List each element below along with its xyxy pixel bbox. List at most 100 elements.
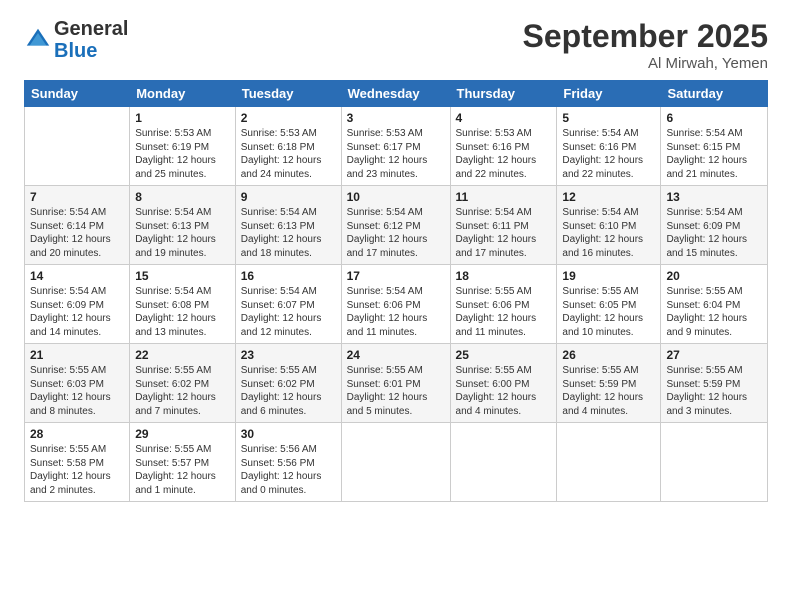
logo-blue-text: Blue — [54, 40, 97, 62]
day-info: Sunrise: 5:53 AM Sunset: 6:19 PM Dayligh… — [135, 127, 230, 181]
calendar-table: SundayMondayTuesdayWednesdayThursdayFrid… — [24, 80, 768, 502]
day-info: Sunrise: 5:55 AM Sunset: 6:02 PM Dayligh… — [241, 364, 336, 418]
calendar-cell: 23 Sunrise: 5:55 AM Sunset: 6:02 PM Dayli… — [235, 344, 341, 423]
day-number: 22 — [135, 348, 230, 362]
calendar-cell — [661, 423, 768, 502]
day-info: Sunrise: 5:55 AM Sunset: 5:59 PM Dayligh… — [666, 364, 762, 418]
day-info: Sunrise: 5:54 AM Sunset: 6:11 PM Dayligh… — [456, 206, 552, 260]
logo-general-text: General — [54, 18, 128, 40]
calendar-week-3: 14 Sunrise: 5:54 AM Sunset: 6:09 PM Dayli… — [25, 265, 768, 344]
day-number: 24 — [347, 348, 445, 362]
day-info: Sunrise: 5:55 AM Sunset: 5:57 PM Dayligh… — [135, 443, 230, 497]
calendar-cell: 14 Sunrise: 5:54 AM Sunset: 6:09 PM Dayli… — [25, 265, 130, 344]
calendar-cell: 26 Sunrise: 5:55 AM Sunset: 5:59 PM Dayli… — [557, 344, 661, 423]
day-number: 9 — [241, 190, 336, 204]
calendar-header-thursday: Thursday — [450, 81, 557, 107]
day-info: Sunrise: 5:54 AM Sunset: 6:08 PM Dayligh… — [135, 285, 230, 339]
calendar-cell: 12Sunrise: 5:54 AM Sunset: 6:10 PM Dayli… — [557, 186, 661, 265]
day-number: 15 — [135, 269, 230, 283]
day-info: Sunrise: 5:54 AM Sunset: 6:06 PM Dayligh… — [347, 285, 445, 339]
calendar-cell: 10Sunrise: 5:54 AM Sunset: 6:12 PM Dayli… — [341, 186, 450, 265]
calendar-cell — [25, 107, 130, 186]
day-number: 11 — [456, 190, 552, 204]
day-number: 25 — [456, 348, 552, 362]
calendar-cell: 11 Sunrise: 5:54 AM Sunset: 6:11 PM Dayli… — [450, 186, 557, 265]
day-info: Sunrise: 5:54 AM Sunset: 6:13 PM Dayligh… — [135, 206, 230, 260]
calendar-header-monday: Monday — [130, 81, 236, 107]
day-info: Sunrise: 5:54 AM Sunset: 6:13 PM Dayligh… — [241, 206, 336, 260]
calendar-week-4: 21Sunrise: 5:55 AM Sunset: 6:03 PM Dayli… — [25, 344, 768, 423]
day-info: Sunrise: 5:53 AM Sunset: 6:16 PM Dayligh… — [456, 127, 552, 181]
calendar-cell: 21Sunrise: 5:55 AM Sunset: 6:03 PM Dayli… — [25, 344, 130, 423]
day-number: 14 — [30, 269, 124, 283]
calendar-cell: 5Sunrise: 5:54 AM Sunset: 6:16 PM Daylig… — [557, 107, 661, 186]
day-info: Sunrise: 5:55 AM Sunset: 6:05 PM Dayligh… — [562, 285, 655, 339]
day-number: 20 — [666, 269, 762, 283]
calendar-cell: 20 Sunrise: 5:55 AM Sunset: 6:04 PM Dayli… — [661, 265, 768, 344]
calendar-cell — [341, 423, 450, 502]
day-number: 5 — [562, 111, 655, 125]
day-number: 2 — [241, 111, 336, 125]
calendar-cell: 18 Sunrise: 5:55 AM Sunset: 6:06 PM Dayli… — [450, 265, 557, 344]
day-info: Sunrise: 5:54 AM Sunset: 6:10 PM Dayligh… — [562, 206, 655, 260]
day-number: 17 — [347, 269, 445, 283]
day-number: 6 — [666, 111, 762, 125]
calendar-week-2: 7 Sunrise: 5:54 AM Sunset: 6:14 PM Daylig… — [25, 186, 768, 265]
day-info: Sunrise: 5:55 AM Sunset: 6:00 PM Dayligh… — [456, 364, 552, 418]
day-info: Sunrise: 5:55 AM Sunset: 6:06 PM Dayligh… — [456, 285, 552, 339]
logo-icon — [24, 26, 52, 54]
day-info: Sunrise: 5:54 AM Sunset: 6:09 PM Dayligh… — [30, 285, 124, 339]
day-info: Sunrise: 5:54 AM Sunset: 6:15 PM Dayligh… — [666, 127, 762, 181]
header: General Blue September 2025 Al Mirwah, Y… — [24, 18, 768, 72]
calendar-cell — [557, 423, 661, 502]
day-number: 1 — [135, 111, 230, 125]
day-number: 23 — [241, 348, 336, 362]
calendar-week-1: 1 Sunrise: 5:53 AM Sunset: 6:19 PM Daylig… — [25, 107, 768, 186]
day-info: Sunrise: 5:55 AM Sunset: 5:59 PM Dayligh… — [562, 364, 655, 418]
day-number: 7 — [30, 190, 124, 204]
calendar-cell: 6 Sunrise: 5:54 AM Sunset: 6:15 PM Daylig… — [661, 107, 768, 186]
day-info: Sunrise: 5:55 AM Sunset: 6:04 PM Dayligh… — [666, 285, 762, 339]
day-number: 13 — [666, 190, 762, 204]
calendar-header-wednesday: Wednesday — [341, 81, 450, 107]
calendar-cell: 7 Sunrise: 5:54 AM Sunset: 6:14 PM Daylig… — [25, 186, 130, 265]
calendar-cell: 15 Sunrise: 5:54 AM Sunset: 6:08 PM Dayli… — [130, 265, 236, 344]
day-info: Sunrise: 5:53 AM Sunset: 6:18 PM Dayligh… — [241, 127, 336, 181]
calendar-cell — [450, 423, 557, 502]
calendar-cell: 27Sunrise: 5:55 AM Sunset: 5:59 PM Dayli… — [661, 344, 768, 423]
calendar-header-tuesday: Tuesday — [235, 81, 341, 107]
logo: General Blue — [24, 18, 128, 62]
calendar-header-saturday: Saturday — [661, 81, 768, 107]
calendar-week-5: 28Sunrise: 5:55 AM Sunset: 5:58 PM Dayli… — [25, 423, 768, 502]
day-info: Sunrise: 5:54 AM Sunset: 6:07 PM Dayligh… — [241, 285, 336, 339]
title-block: September 2025 Al Mirwah, Yemen — [523, 18, 768, 72]
day-number: 29 — [135, 427, 230, 441]
calendar-header-friday: Friday — [557, 81, 661, 107]
calendar-cell: 30Sunrise: 5:56 AM Sunset: 5:56 PM Dayli… — [235, 423, 341, 502]
day-info: Sunrise: 5:55 AM Sunset: 5:58 PM Dayligh… — [30, 443, 124, 497]
calendar-cell: 4 Sunrise: 5:53 AM Sunset: 6:16 PM Daylig… — [450, 107, 557, 186]
location: Al Mirwah, Yemen — [523, 55, 768, 72]
day-info: Sunrise: 5:55 AM Sunset: 6:01 PM Dayligh… — [347, 364, 445, 418]
calendar-cell: 17 Sunrise: 5:54 AM Sunset: 6:06 PM Dayli… — [341, 265, 450, 344]
day-number: 26 — [562, 348, 655, 362]
day-info: Sunrise: 5:55 AM Sunset: 6:03 PM Dayligh… — [30, 364, 124, 418]
logo-text: General Blue — [54, 18, 128, 62]
day-number: 4 — [456, 111, 552, 125]
month-title: September 2025 — [523, 18, 768, 55]
day-number: 10 — [347, 190, 445, 204]
day-info: Sunrise: 5:54 AM Sunset: 6:14 PM Dayligh… — [30, 206, 124, 260]
day-number: 18 — [456, 269, 552, 283]
day-number: 8 — [135, 190, 230, 204]
calendar-cell: 16Sunrise: 5:54 AM Sunset: 6:07 PM Dayli… — [235, 265, 341, 344]
day-info: Sunrise: 5:54 AM Sunset: 6:09 PM Dayligh… — [666, 206, 762, 260]
calendar-cell: 13 Sunrise: 5:54 AM Sunset: 6:09 PM Dayli… — [661, 186, 768, 265]
page: General Blue September 2025 Al Mirwah, Y… — [0, 0, 792, 612]
calendar-cell: 2 Sunrise: 5:53 AM Sunset: 6:18 PM Daylig… — [235, 107, 341, 186]
calendar-cell: 28Sunrise: 5:55 AM Sunset: 5:58 PM Dayli… — [25, 423, 130, 502]
calendar-cell: 8 Sunrise: 5:54 AM Sunset: 6:13 PM Daylig… — [130, 186, 236, 265]
calendar-cell: 29 Sunrise: 5:55 AM Sunset: 5:57 PM Dayli… — [130, 423, 236, 502]
day-number: 19 — [562, 269, 655, 283]
day-info: Sunrise: 5:56 AM Sunset: 5:56 PM Dayligh… — [241, 443, 336, 497]
calendar-cell: 9 Sunrise: 5:54 AM Sunset: 6:13 PM Daylig… — [235, 186, 341, 265]
